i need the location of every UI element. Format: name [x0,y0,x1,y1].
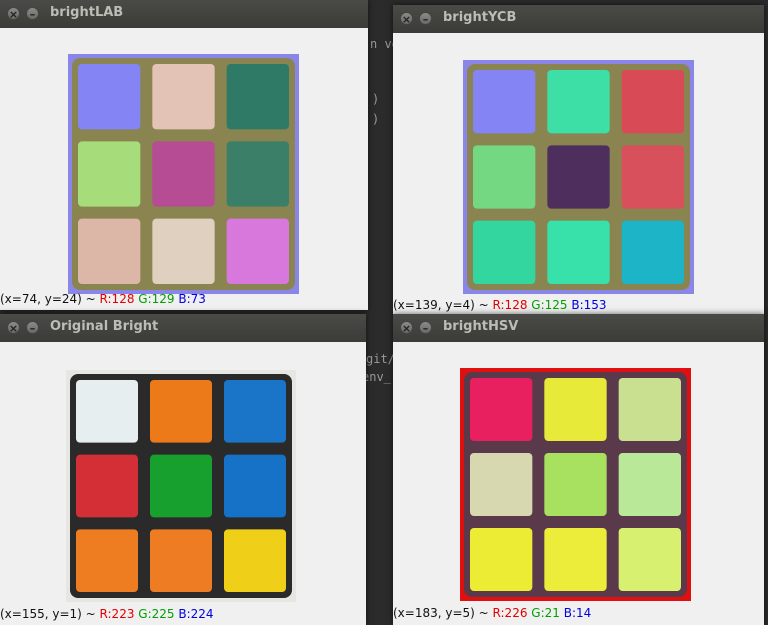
blue-value: B:73 [178,292,206,306]
blue-value: B:14 [563,606,592,620]
minimize-button[interactable]: – [26,7,39,21]
red-value: R:128 [99,292,135,306]
green-value: G:125 [531,298,568,312]
terminal-text: git/ [366,352,395,366]
cube-sticker [544,528,607,591]
image-canvas[interactable] [393,33,764,315]
titlebar[interactable]: × – Original Bright [0,314,366,343]
blue-value: B:153 [571,298,607,312]
coords-readout: (x=74, y=24) ~ [0,292,96,306]
cube-sticker [226,218,289,284]
image-canvas[interactable] [0,28,368,310]
cube-sticker [150,380,212,443]
cube-sticker [621,145,684,209]
cube-sticker [150,454,212,518]
cube-sticker [621,70,684,134]
window-title: brightLAB [50,5,124,20]
pixel-readout: (x=183, y=5) ~ R:226 G:21 B:14 [393,606,591,620]
window-title: Original Bright [50,319,159,334]
titlebar[interactable]: × – brightLAB [0,0,368,29]
blue-value: B:224 [178,607,214,621]
coords-readout: (x=155, y=1) ~ [0,607,96,621]
cube-sticker [224,529,286,592]
cube-sticker [547,145,610,209]
window-title: brightHSV [443,319,519,334]
cube-sticker [152,218,215,284]
close-button[interactable]: × [7,7,20,21]
cube-sticker [78,64,141,130]
minimize-button[interactable]: – [26,321,39,335]
cube-sticker [76,380,138,443]
cube-sticker [544,453,607,516]
window-original-bright[interactable]: × – Original Bright (x=155, y=1) ~ R:223… [0,314,366,625]
cube-sticker [224,380,286,443]
cube-sticker [547,70,610,134]
pixel-readout: (x=139, y=4) ~ R:128 G:125 B:153 [393,298,607,312]
cube-sticker [76,454,138,518]
green-value: G:21 [531,606,560,620]
cube-face-drawing [72,58,295,290]
cube-sticker [78,218,141,284]
cube-sticker [152,64,215,130]
image-canvas[interactable] [393,342,764,625]
red-value: R:128 [492,298,528,312]
pixel-readout: (x=74, y=24) ~ R:128 G:129 B:73 [0,292,206,306]
window-title: brightYCB [443,10,517,25]
window-bright-ycb[interactable]: × – brightYCB (x=139, y=4) ~ R:128 G:125… [393,5,764,315]
titlebar[interactable]: × – brightHSV [393,314,764,343]
cube-sticker [621,220,684,284]
image-canvas[interactable] [0,342,366,625]
cube-face-drawing [467,64,690,290]
red-value: R:226 [492,606,528,620]
terminal-text: ) [372,112,380,126]
cube-sticker [473,70,536,134]
minimize-button[interactable]: – [419,12,432,26]
rubiks-cube-image[interactable] [460,368,691,601]
cube-sticker [226,64,289,130]
window-bright-hsv[interactable]: × – brightHSV (x=183, y=5) ~ R:226 G:21 … [393,314,764,625]
cube-sticker [470,453,533,516]
rubiks-cube-image[interactable] [463,60,694,294]
cube-sticker [150,529,212,592]
cube-sticker [76,529,138,592]
cube-sticker [470,528,533,591]
cube-sticker [152,141,215,207]
green-value: G:129 [138,292,175,306]
terminal-text: ) [372,92,380,106]
window-bright-lab[interactable]: × – brightLAB (x=74, y=24) ~ R:128 G:129… [0,0,368,310]
coords-readout: (x=139, y=4) ~ [393,298,489,312]
cube-sticker [78,141,141,207]
cube-sticker [226,141,289,207]
titlebar[interactable]: × – brightYCB [393,5,764,34]
cube-sticker [470,378,533,441]
rubiks-cube-image[interactable] [68,54,299,294]
red-value: R:223 [99,607,135,621]
close-button[interactable]: × [400,12,413,26]
cube-sticker [618,378,681,441]
close-button[interactable]: × [400,321,413,335]
cube-face-drawing [464,372,687,597]
minimize-button[interactable]: – [419,321,432,335]
terminal-text: env_ [362,370,391,384]
coords-readout: (x=183, y=5) ~ [393,606,489,620]
cube-sticker [618,453,681,516]
cube-sticker [473,220,536,284]
cube-face-drawing [70,374,292,598]
close-button[interactable]: × [7,321,20,335]
cube-sticker [547,220,610,284]
pixel-readout: (x=155, y=1) ~ R:223 G:225 B:224 [0,607,214,621]
cube-sticker [618,528,681,591]
rubiks-cube-image[interactable] [66,370,296,602]
green-value: G:225 [138,607,175,621]
cube-sticker [224,454,286,518]
cube-sticker [473,145,536,209]
cube-sticker [544,378,607,441]
